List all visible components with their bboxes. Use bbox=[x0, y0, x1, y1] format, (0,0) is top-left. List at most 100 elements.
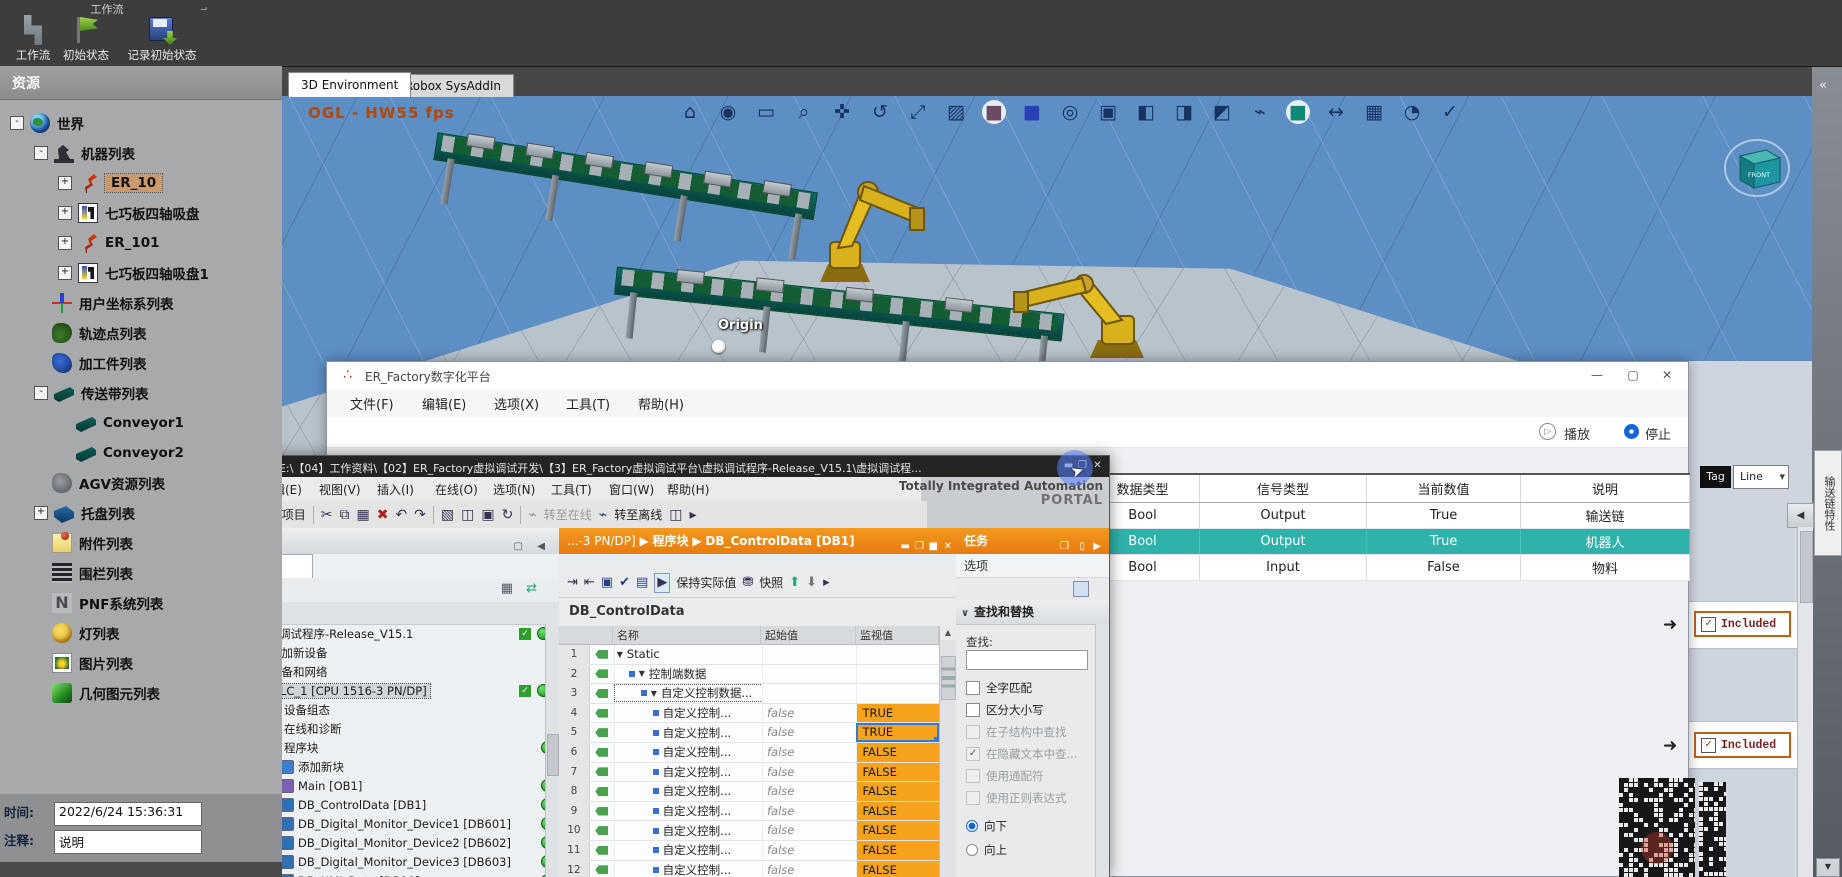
expand-icon[interactable]: ▼ bbox=[617, 650, 623, 659]
expand-toggle-icon[interactable]: - bbox=[10, 116, 24, 130]
delete-icon[interactable]: ✖ bbox=[377, 506, 389, 524]
diagnostics-icon[interactable]: ◫ bbox=[669, 506, 682, 524]
expand-toggle-icon[interactable]: + bbox=[58, 236, 72, 250]
tasks-scrollbar[interactable] bbox=[1095, 624, 1109, 877]
find-replace-section[interactable]: ∨查找和替换 bbox=[956, 600, 1109, 625]
sidebar-item-17[interactable]: NPNF系统列表 bbox=[34, 588, 163, 618]
keep-actual-values-button[interactable]: 保持实际值 bbox=[676, 574, 736, 591]
sidebar-item-8[interactable]: 轨迹点列表 bbox=[34, 318, 147, 348]
vertex-mode-icon[interactable]: ■ bbox=[982, 100, 1006, 124]
monitor-all-icon[interactable]: ▶ bbox=[654, 573, 670, 593]
checkbox-icon[interactable] bbox=[966, 791, 980, 805]
collapse-panel-button[interactable]: ◀ bbox=[1787, 503, 1814, 528]
minimize-editor-icon[interactable]: ▬ bbox=[901, 534, 910, 560]
sidebar-item-4[interactable]: +七巧板四轴吸盘 bbox=[58, 198, 200, 228]
er-menu-4[interactable]: 工具(T) bbox=[566, 394, 610, 413]
redo-icon[interactable]: ↷ bbox=[414, 506, 426, 524]
signal-row-3[interactable]: BoolInputFalse物料 bbox=[1086, 555, 1690, 581]
db-row-11[interactable]: 11自定义控制...falseFALSE bbox=[559, 841, 939, 861]
checkbox-icon[interactable] bbox=[966, 703, 980, 717]
er-menu-5[interactable]: 帮助(H) bbox=[638, 394, 684, 413]
plane-xz-icon[interactable]: ◩ bbox=[1210, 100, 1234, 124]
monitor-value[interactable]: FALSE bbox=[856, 782, 939, 801]
cut-icon[interactable]: ✂ bbox=[321, 506, 333, 524]
db-row-9[interactable]: 9自定义控制...falseFALSE bbox=[559, 802, 939, 822]
orbit-icon[interactable]: ◉ bbox=[716, 100, 740, 124]
reset-values-icon[interactable]: ✔ bbox=[619, 574, 630, 592]
db-scrollbar[interactable]: ▲ bbox=[939, 626, 956, 877]
tab-3d-environment[interactable]: 3D Environment bbox=[288, 72, 411, 97]
tia-menu-6[interactable]: 选项(N) bbox=[493, 481, 535, 498]
check-plot-icon[interactable]: ✓ bbox=[1438, 100, 1462, 124]
editor-breadcrumb[interactable]: ...-3 PN/DP] ▶ 程序块 ▶ DB_ControlData [DB1… bbox=[559, 528, 956, 554]
checkbox-icon[interactable] bbox=[966, 681, 980, 695]
play-button[interactable]: 播放 bbox=[1564, 424, 1590, 443]
box-view-icon[interactable]: ▣ bbox=[1096, 100, 1120, 124]
tia-menu-5[interactable]: 在线(O) bbox=[435, 481, 478, 498]
collapse-right-icon[interactable]: « bbox=[1819, 78, 1827, 93]
tia-menu-8[interactable]: 窗口(W) bbox=[609, 481, 654, 498]
included-checkbox-1[interactable]: ✓ Included bbox=[1694, 611, 1791, 637]
sidebar-item-7[interactable]: 用户坐标系列表 bbox=[34, 288, 174, 318]
monitor-value[interactable]: FALSE bbox=[856, 763, 939, 782]
side-tab-conveyor-properties[interactable]: 输送链特性 bbox=[1814, 450, 1842, 556]
volume-icon[interactable]: ▦ bbox=[1362, 100, 1386, 124]
tia-title-bar[interactable]: TIA Siemens - E:\【04】工作资料\【02】ER_Factory… bbox=[191, 456, 1109, 477]
measure-icon[interactable]: ■ bbox=[1286, 100, 1310, 124]
zoom-icon[interactable]: ⌕ bbox=[792, 100, 816, 124]
float-editor-icon[interactable]: ❐ bbox=[915, 534, 924, 560]
ribbon-button-2[interactable]: 初始状态 bbox=[60, 15, 112, 63]
find-option-5[interactable]: 使用通配符 bbox=[966, 768, 1044, 784]
go-online-icon[interactable]: ⌁ bbox=[528, 506, 536, 524]
expand-toggle-icon[interactable]: + bbox=[34, 506, 48, 520]
direction-radio-1[interactable]: 向下 bbox=[966, 818, 1007, 834]
plane-yz-icon[interactable]: ◨ bbox=[1172, 100, 1196, 124]
ribbon-button-3[interactable]: 记录初始状态 bbox=[116, 15, 208, 63]
distance-icon[interactable]: ↔ bbox=[1324, 100, 1348, 124]
find-option-4[interactable]: ✓在隐藏文本中查... bbox=[966, 746, 1077, 762]
start-cpu-icon[interactable]: ▣ bbox=[481, 506, 494, 524]
er-menu-2[interactable]: 编辑(E) bbox=[422, 394, 466, 413]
maximize-editor-icon[interactable]: ■ bbox=[929, 534, 938, 560]
monitor-value[interactable]: FALSE bbox=[856, 841, 939, 860]
monitor-value[interactable]: TRUE bbox=[856, 704, 939, 723]
load-snapshot-icon[interactable]: ⬆ bbox=[789, 574, 800, 592]
keep-values-icon[interactable]: ▣ bbox=[601, 574, 613, 592]
sidebar-item-14[interactable]: +托盘列表 bbox=[34, 498, 135, 528]
sidebar-item-10[interactable]: -传送带列表 bbox=[34, 378, 149, 408]
paste-icon[interactable]: ▦ bbox=[356, 506, 369, 524]
insert-row-icon[interactable]: ⇥ bbox=[567, 574, 578, 592]
expand-toggle-icon[interactable]: - bbox=[34, 386, 48, 400]
dialog-launcher-icon[interactable]: ⌐ bbox=[200, 3, 208, 13]
stop-radio-icon[interactable] bbox=[1624, 424, 1639, 439]
undo-icon[interactable]: ↶ bbox=[395, 506, 407, 524]
er-title-bar[interactable]: ∴ ER_Factory数字化平台 — ▢ ✕ bbox=[327, 362, 1688, 390]
db-row-12[interactable]: 12自定义控制...falseFALSE bbox=[559, 861, 939, 877]
download-icon[interactable]: ◫ bbox=[461, 506, 474, 524]
tia-menu-9[interactable]: 帮助(H) bbox=[667, 481, 709, 498]
monitor-value[interactable]: FALSE bbox=[856, 821, 939, 840]
tia-menu-4[interactable]: 插入(I) bbox=[377, 481, 414, 498]
plane-xy-icon[interactable]: ◧ bbox=[1134, 100, 1158, 124]
sidebar-item-13[interactable]: AGV资源列表 bbox=[34, 468, 165, 498]
expand-toggle-icon[interactable]: + bbox=[58, 176, 72, 190]
expand-icon[interactable]: ▼ bbox=[639, 669, 645, 678]
more-icon[interactable]: ▸ bbox=[689, 506, 696, 524]
shading-icon[interactable]: ▨ bbox=[944, 100, 968, 124]
checkbox-icon[interactable]: ✓ bbox=[966, 747, 980, 761]
more-tools-icon[interactable]: ▸ bbox=[823, 574, 830, 592]
comment-field[interactable]: 说明 bbox=[54, 830, 202, 854]
db-row-4[interactable]: 4自定义控制...falseTRUE bbox=[559, 704, 939, 724]
rotate-icon[interactable]: ↺ bbox=[868, 100, 892, 124]
home-icon[interactable]: ⌂ bbox=[678, 100, 702, 124]
collapse-sidebar-icon[interactable]: ‹ bbox=[12, 73, 272, 89]
radio-icon[interactable] bbox=[966, 820, 978, 832]
signal-row-2[interactable]: BoolOutputTrue机器人 bbox=[1086, 529, 1690, 555]
tia-menu-3[interactable]: 视图(V) bbox=[319, 481, 361, 498]
sidebar-item-3[interactable]: +ER_10 bbox=[58, 168, 162, 198]
sidebar-item-2[interactable]: -机器列表 bbox=[34, 138, 135, 168]
sidebar-item-11[interactable]: Conveyor1 bbox=[58, 408, 184, 438]
checkbox-icon[interactable] bbox=[966, 769, 980, 783]
db-icon[interactable]: ⛃ bbox=[742, 574, 753, 592]
find-option-6[interactable]: 使用正则表达式 bbox=[966, 790, 1067, 806]
